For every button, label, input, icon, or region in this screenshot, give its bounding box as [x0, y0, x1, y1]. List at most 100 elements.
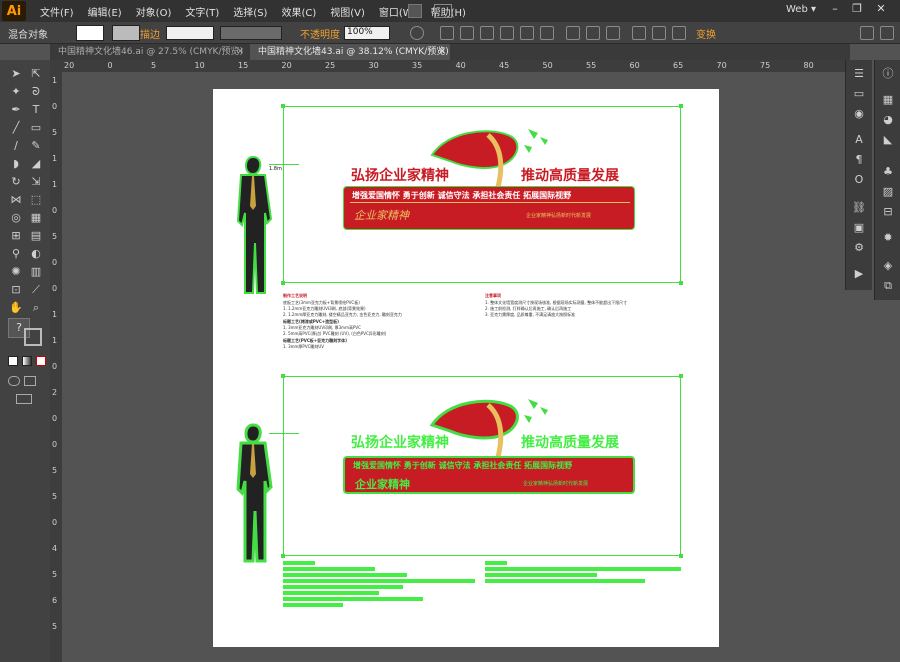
symbols-panel-icon[interactable]: ⚙ — [851, 240, 867, 256]
color-guide-icon[interactable]: ◕ — [880, 112, 896, 128]
blend-icon[interactable]: ◐ — [28, 246, 44, 262]
actions-icon[interactable]: ▶ — [851, 266, 867, 282]
draw-normal-icon[interactable] — [8, 376, 20, 386]
artboard-icon[interactable]: ⊡ — [8, 282, 24, 298]
align-left-icon[interactable] — [440, 26, 454, 40]
slice-icon[interactable]: ⟋ — [28, 282, 44, 298]
title-left-outline[interactable]: 弘扬企业家精神 — [351, 432, 449, 452]
hand-icon[interactable]: ✋ — [8, 300, 24, 316]
pen-icon[interactable]: ✒ — [8, 102, 24, 118]
direct-selection-icon[interactable]: ⇱ — [28, 66, 44, 82]
eraser-icon[interactable]: ◢ — [28, 156, 44, 172]
tab-close-icon[interactable]: ✕ — [236, 44, 244, 60]
menu-type[interactable]: 文字(T) — [185, 4, 219, 19]
lasso-icon[interactable]: ᘐ — [28, 84, 44, 100]
gradient-icon[interactable]: ▤ — [28, 228, 44, 244]
selected-text-block[interactable] — [485, 573, 597, 577]
arrange-documents-icon[interactable] — [434, 4, 452, 18]
eyedropper-icon[interactable]: ⚲ — [8, 246, 24, 262]
anchor-point[interactable] — [679, 281, 683, 285]
layers-menu-icon[interactable]: ☰ — [851, 66, 867, 82]
symbol-sprayer-icon[interactable]: ✺ — [8, 264, 24, 280]
paintbrush-icon[interactable]: ∕ — [8, 138, 24, 154]
image-trace-icon[interactable]: ▣ — [851, 220, 867, 236]
type-icon[interactable]: T — [28, 102, 44, 118]
info-icon[interactable]: ⓘ — [880, 66, 896, 82]
tab-close-icon[interactable]: ✕ — [438, 44, 446, 60]
character-icon[interactable]: A — [851, 132, 867, 148]
fill-swatch[interactable] — [76, 25, 104, 41]
vertical-ruler[interactable]: 1051105001102005504565 — [50, 72, 62, 662]
graphic-styles-icon[interactable]: ▨ — [880, 184, 896, 200]
layers-icon[interactable]: ◈ — [880, 258, 896, 274]
red-banner[interactable]: 增强爱国情怀 勇于创新 诚信守法 承担社会责任 拓展国际视野 企业家精神 企业家… — [343, 186, 635, 230]
opentype-icon[interactable]: O — [851, 172, 867, 188]
free-transform-icon[interactable]: ⬚ — [28, 192, 44, 208]
menu-edit[interactable]: 编辑(E) — [88, 4, 122, 19]
artboard[interactable]: 1.8m 弘扬企业家精神 推动高质量发展 增强爱国情怀 勇于创新 诚信守法 承担… — [213, 89, 719, 647]
close-icon[interactable]: ✕ — [872, 2, 890, 16]
selected-text-block[interactable] — [283, 579, 475, 583]
opacity-field[interactable]: 100% — [344, 26, 390, 40]
recolor-icon[interactable] — [410, 26, 424, 40]
distribute-left-icon[interactable] — [632, 26, 646, 40]
distribute-right-icon[interactable] — [672, 26, 686, 40]
anchor-point[interactable] — [281, 554, 285, 558]
shape-builder-icon[interactable]: ◎ — [8, 210, 24, 226]
stroke-weight-field[interactable] — [166, 26, 214, 40]
blob-brush-icon[interactable]: ◗ — [8, 156, 24, 172]
anchor-point[interactable] — [679, 374, 683, 378]
width-icon[interactable]: ⋈ — [8, 192, 24, 208]
artboards-panel-icon[interactable]: ⧉ — [880, 278, 896, 294]
control-menu-icon[interactable] — [880, 26, 894, 40]
distribute-top-icon[interactable] — [566, 26, 580, 40]
selected-text-block[interactable] — [283, 585, 403, 589]
align-panel-icon[interactable]: ⊟ — [880, 204, 896, 220]
selected-text-block[interactable] — [283, 567, 375, 571]
stroke-panel-icon[interactable]: ◣ — [880, 132, 896, 148]
red-banner-selected[interactable]: 增强爱国情怀 勇于创新 诚信守法 承担社会责任 拓展国际视野 企业家精神 企业家… — [343, 456, 635, 494]
selection-icon[interactable]: ➤ — [8, 66, 24, 82]
none-mode-icon[interactable] — [36, 356, 46, 366]
pencil-icon[interactable]: ✎ — [28, 138, 44, 154]
minimize-icon[interactable]: – — [826, 2, 844, 16]
align-right-icon[interactable] — [480, 26, 494, 40]
workspace-switcher[interactable]: Web ▾ — [786, 4, 816, 15]
align-middle-icon[interactable] — [520, 26, 534, 40]
stroke-swatch[interactable] — [112, 25, 140, 41]
links-icon[interactable]: ⛓ — [851, 200, 867, 216]
anchor-point[interactable] — [679, 104, 683, 108]
magic-wand-icon[interactable]: ✦ — [8, 84, 24, 100]
scale-icon[interactable]: ⇲ — [28, 174, 44, 190]
selected-text-block[interactable] — [283, 603, 343, 607]
selected-text-block[interactable] — [485, 561, 507, 565]
anchor-point[interactable] — [281, 374, 285, 378]
distribute-bottom-icon[interactable] — [606, 26, 620, 40]
perspective-icon[interactable]: ▦ — [28, 210, 44, 226]
appearance-icon[interactable]: ✹ — [880, 230, 896, 246]
rectangle-icon[interactable]: ▭ — [28, 120, 44, 136]
menu-object[interactable]: 对象(O) — [136, 4, 172, 19]
change-screen-mode-icon[interactable] — [16, 394, 32, 404]
businessman-silhouette-selected[interactable] — [231, 423, 275, 563]
anchor-point[interactable] — [281, 281, 285, 285]
selected-text-block[interactable] — [283, 561, 315, 565]
brushes-icon[interactable]: ♣ — [880, 164, 896, 180]
selected-text-block[interactable] — [485, 579, 645, 583]
color-mode-icon[interactable] — [8, 356, 18, 366]
screen-mode-icon[interactable] — [24, 376, 36, 386]
gradient-panel-icon[interactable]: ▭ — [851, 86, 867, 102]
tab-document-46[interactable]: 中国精神文化墙46.ai @ 27.5% (CMYK/预览) ✕ — [50, 44, 248, 60]
menu-view[interactable]: 视图(V) — [330, 4, 365, 19]
align-center-icon[interactable] — [460, 26, 474, 40]
swatches-icon[interactable]: ▦ — [880, 92, 896, 108]
stroke-indicator-icon[interactable] — [24, 328, 42, 346]
menu-effect[interactable]: 效果(C) — [281, 4, 316, 19]
stroke-label[interactable]: 描边 — [140, 26, 160, 41]
column-graph-icon[interactable]: ▥ — [28, 264, 44, 280]
zoom-icon[interactable]: ⌕ — [28, 300, 44, 316]
bridge-icon[interactable] — [408, 4, 422, 18]
selected-text-block[interactable] — [485, 567, 681, 571]
anchor-point[interactable] — [281, 104, 285, 108]
anchor-point[interactable] — [679, 554, 683, 558]
